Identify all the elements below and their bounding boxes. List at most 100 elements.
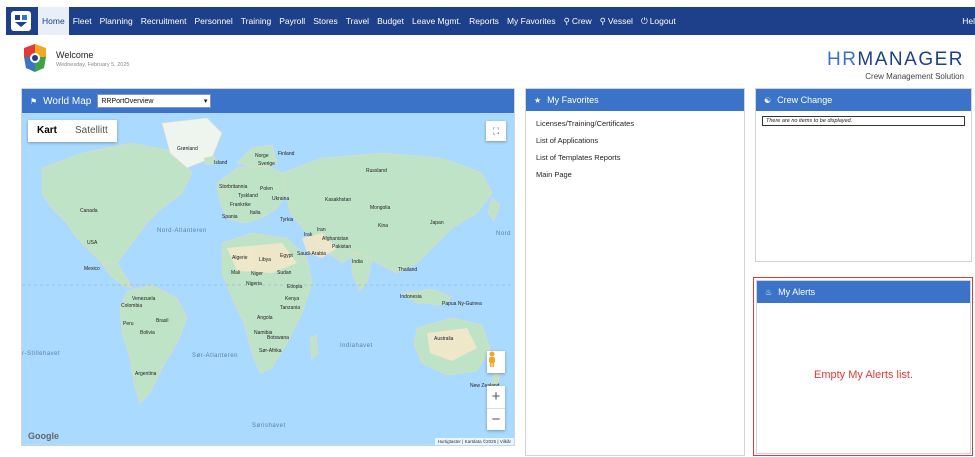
zoom-in-button[interactable]: + xyxy=(487,386,505,408)
ocean-label-north-atlantic: Nord-Atlanteren xyxy=(157,228,207,234)
nav-travel[interactable]: Travel xyxy=(342,7,373,35)
favorite-item[interactable]: Licenses/Training/Certificates xyxy=(536,119,734,128)
map-label-kazakhstan: Kasakhstan xyxy=(325,197,352,203)
brand-hr: HR xyxy=(826,49,858,70)
favorites-panel: ★ My Favorites Licenses/Training/Certifi… xyxy=(525,88,745,456)
nav-recruitment[interactable]: Recruitment xyxy=(137,7,191,35)
map-type-map-button[interactable]: Kart xyxy=(28,120,66,142)
alerts-empty-message: Empty My Alerts list. xyxy=(813,369,914,381)
ocean-label-indian: Indiahavet xyxy=(340,343,373,349)
nav-logout[interactable]: ⏻ Logout xyxy=(637,7,680,35)
pegman-icon[interactable] xyxy=(487,351,505,373)
map-label-russia: Russland xyxy=(366,168,387,174)
map-label-algeria: Algerie xyxy=(232,255,248,261)
map-label-italy: Italia xyxy=(250,210,261,216)
nav-planning[interactable]: Planning xyxy=(96,7,137,35)
nav-crew-search[interactable]: ⚲ Crew xyxy=(560,7,596,35)
crew-change-title: Crew Change xyxy=(777,95,833,105)
map-label-usa: USA xyxy=(87,240,98,246)
map-label-niger: Niger xyxy=(251,271,263,277)
map-label-mongolia: Mongolia xyxy=(370,205,391,211)
favorite-item[interactable]: List of Applications xyxy=(536,136,734,145)
world-map-canvas[interactable]: Nord-Atlanteren Sør-Atlanteren Indiahave… xyxy=(22,113,514,445)
nav-personnel[interactable]: Personnel xyxy=(191,7,237,35)
nav-home[interactable]: Home xyxy=(38,7,69,35)
map-label-afghanistan: Afghanistan xyxy=(322,236,349,242)
nav-vessel-label: Vessel xyxy=(607,16,633,26)
ocean-label-southern: Sørishavet xyxy=(252,423,286,429)
map-label-iran: Iran xyxy=(317,227,326,233)
map-label-peru: Peru xyxy=(123,321,134,327)
map-label-poland: Polen xyxy=(260,186,273,192)
zoom-out-button[interactable]: − xyxy=(487,408,505,431)
nav-logout-label: Logout xyxy=(649,16,676,26)
zoom-control: + − xyxy=(487,386,505,430)
nav-help[interactable]: Hel xyxy=(962,7,975,35)
alerts-title: My Alerts xyxy=(778,287,816,297)
ocean-label-pacific-right: Nord xyxy=(496,231,512,237)
map-view-select-value: RRPortOverview xyxy=(101,97,154,105)
nav-budget[interactable]: Budget xyxy=(373,7,408,35)
map-icon: ⚑ xyxy=(30,96,38,106)
map-attribution[interactable]: Hurtigtaster | Kartdata ©2025 | Vilkår xyxy=(434,438,514,445)
crew-change-panel: ☯ Crew Change There are no items to be d… xyxy=(755,88,972,262)
map-type-satellite-button[interactable]: Satellitt xyxy=(66,120,117,142)
map-label-thailand: Thailand xyxy=(398,267,418,273)
map-label-bolivia: Bolivia xyxy=(140,330,155,336)
map-label-egypt: Egypt xyxy=(280,253,293,259)
map-label-spain: Spania xyxy=(222,214,238,220)
nav-stores[interactable]: Stores xyxy=(309,7,342,35)
map-label-sudan: Sudan xyxy=(277,270,292,276)
map-view-select[interactable]: RRPortOverview ▾ xyxy=(97,94,212,108)
map-label-botswana: Botswana xyxy=(267,335,289,341)
search-icon: ⚲ xyxy=(563,16,570,26)
map-label-france: Frankrike xyxy=(230,202,251,208)
bell-icon: ♨ xyxy=(765,287,773,297)
nav-payroll[interactable]: Payroll xyxy=(275,7,309,35)
map-label-germany: Tyskland xyxy=(238,193,258,199)
users-icon: ☯ xyxy=(764,95,772,105)
crew-change-empty-message: There are no items to be displayed. xyxy=(762,116,965,126)
alerts-panel: ♨ My Alerts Empty My Alerts list. xyxy=(756,280,971,454)
company-logo-icon xyxy=(22,44,48,72)
favorites-title: My Favorites xyxy=(547,95,599,105)
nav-vessel-search[interactable]: ⚲ Vessel xyxy=(596,7,637,35)
welcome-title: Welcome xyxy=(56,50,94,60)
map-label-japan: Japan xyxy=(430,220,444,226)
nav-fleet[interactable]: Fleet xyxy=(69,7,96,35)
map-label-argentina: Argentina xyxy=(135,371,157,377)
search-icon: ⚲ xyxy=(599,16,606,26)
nav-leave-mgmt[interactable]: Leave Mgmt. xyxy=(408,7,465,35)
favorite-item[interactable]: Main Page xyxy=(536,170,734,179)
map-label-indonesia: Indonesia xyxy=(400,294,422,300)
favorites-header: ★ My Favorites xyxy=(526,89,744,111)
world-map-header: ⚑ World Map RRPortOverview ▾ xyxy=(22,89,514,113)
map-label-pakistan: Pakistan xyxy=(332,244,352,250)
map-label-sweden: Sverige xyxy=(258,161,275,167)
favorite-item[interactable]: List of Templates Reports xyxy=(536,153,734,162)
ocean-label-south-atlantic: Sør-Atlanteren xyxy=(192,353,239,359)
map-label-iraq: Irak xyxy=(304,232,313,238)
map-label-iceland: Island xyxy=(214,160,228,166)
brand-subtitle: Crew Management Solution xyxy=(865,72,964,81)
favorites-list: Licenses/Training/Certificates List of A… xyxy=(526,111,744,195)
nav-my-favorites[interactable]: My Favorites xyxy=(503,7,560,35)
map-label-saudi: Saudi-Arabia xyxy=(297,251,326,257)
fullscreen-icon[interactable]: ⛶ xyxy=(486,121,506,141)
power-icon: ⏻ xyxy=(640,16,648,26)
nav-crew-label: Crew xyxy=(571,16,592,26)
google-logo: Google xyxy=(28,431,59,441)
map-label-png: Papua Ny-Guinea xyxy=(442,301,482,307)
nav-training[interactable]: Training xyxy=(237,7,275,35)
map-label-south-africa: Sør-Afrika xyxy=(259,348,282,354)
app-logo-icon[interactable] xyxy=(8,8,34,34)
nav-reports[interactable]: Reports xyxy=(465,7,503,35)
map-label-nigeria: Nigeria xyxy=(246,281,262,287)
map-label-finland: Finland xyxy=(278,151,295,157)
brand-manager: MANAGER xyxy=(857,49,964,70)
crew-change-header: ☯ Crew Change xyxy=(756,89,971,111)
welcome-date: Wednesday, February 5, 2025 xyxy=(56,62,130,68)
map-label-greenland: Grønland xyxy=(177,146,198,152)
alerts-highlight-box: ♨ My Alerts Empty My Alerts list. xyxy=(753,277,973,456)
map-label-tanzania: Tanzania xyxy=(280,305,301,311)
